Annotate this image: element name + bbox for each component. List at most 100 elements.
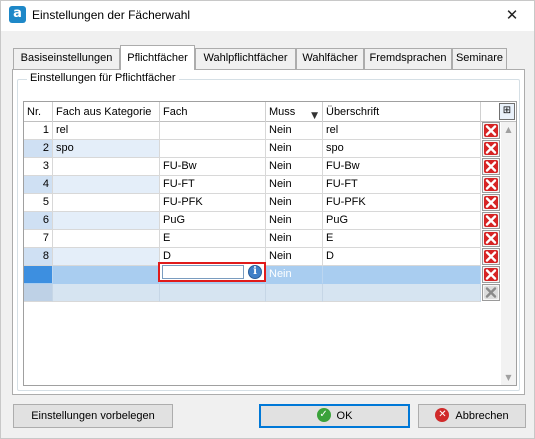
info-icon[interactable]: i: [248, 265, 262, 279]
check-icon: ✓: [316, 408, 331, 423]
cell-kategorie[interactable]: [53, 248, 160, 266]
table-row[interactable]: 5 FU-PFK Nein FU-PFK: [24, 194, 481, 212]
ok-label: OK: [336, 410, 353, 422]
cell-nr[interactable]: 1: [24, 122, 53, 140]
cell-fach[interactable]: [160, 122, 266, 140]
cell-ueberschrift[interactable]: [323, 266, 481, 284]
scroll-up-icon[interactable]: ▲: [501, 122, 516, 137]
delete-row-icon[interactable]: [482, 194, 500, 211]
cell-muss[interactable]: Nein: [266, 122, 323, 140]
cell-kategorie[interactable]: [53, 284, 160, 302]
delete-row-icon[interactable]: [482, 248, 500, 265]
scroll-down-icon[interactable]: ▼: [501, 370, 516, 385]
placeholder-row[interactable]: [24, 284, 481, 302]
cell-ueberschrift[interactable]: spo: [323, 140, 481, 158]
cell-fach[interactable]: FU-FT: [160, 176, 266, 194]
column-header-kategorie[interactable]: Fach aus Kategorie: [53, 102, 160, 122]
cell-ueberschrift[interactable]: PuG: [323, 212, 481, 230]
tab-wahlpflichtfaecher[interactable]: Wahlpflichtfächer: [195, 48, 296, 69]
delete-row-icon[interactable]: [482, 176, 500, 193]
grid-header: Nr. Fach aus Kategorie Fach Muss ▼ Übers…: [24, 102, 516, 122]
title-bar: a Einstellungen der Fächerwahl ✕: [1, 1, 534, 31]
cell-fach[interactable]: [160, 284, 266, 302]
cell-nr[interactable]: 3: [24, 158, 53, 176]
tab-wahlfaecher[interactable]: Wahlfächer: [296, 48, 364, 69]
column-header-ueberschrift[interactable]: Überschrift: [323, 102, 481, 122]
sort-down-icon[interactable]: ▼: [311, 106, 318, 122]
cell-kategorie[interactable]: [53, 266, 160, 284]
delete-row-icon[interactable]: [482, 122, 500, 139]
vertical-scrollbar[interactable]: ▲ ▼: [501, 122, 516, 385]
delete-row-icon[interactable]: [482, 230, 500, 247]
cell-kategorie[interactable]: [53, 194, 160, 212]
cell-kategorie[interactable]: spo: [53, 140, 160, 158]
delete-row-icon[interactable]: [482, 212, 500, 229]
tab-panel: Einstellungen für Pflichtfächer Nr. Fach…: [12, 69, 525, 395]
cell-ueberschrift[interactable]: FU-Bw: [323, 158, 481, 176]
cell-muss[interactable]: Nein: [266, 212, 323, 230]
column-header-fach[interactable]: Fach: [160, 102, 266, 122]
cell-nr[interactable]: [24, 284, 53, 302]
cell-fach[interactable]: PuG: [160, 212, 266, 230]
table-row[interactable]: 1 rel Nein rel: [24, 122, 481, 140]
tab-fremdsprachen[interactable]: Fremdsprachen: [364, 48, 452, 69]
cell-fach[interactable]: E: [160, 230, 266, 248]
ok-button[interactable]: ✓ OK: [259, 404, 410, 428]
window-title: Einstellungen der Fächerwahl: [32, 8, 191, 22]
fach-edit-cell-highlight: i: [158, 262, 266, 282]
cell-kategorie[interactable]: [53, 158, 160, 176]
cell-kategorie[interactable]: [53, 230, 160, 248]
delete-row-icon[interactable]: [482, 284, 500, 301]
preset-settings-button[interactable]: Einstellungen vorbelegen: [13, 404, 173, 428]
cancel-icon: ✕: [435, 408, 450, 423]
delete-row-icon[interactable]: [482, 266, 500, 283]
cell-ueberschrift[interactable]: FU-FT: [323, 176, 481, 194]
column-chooser-icon[interactable]: ⊞: [499, 103, 515, 120]
tab-basiseinstellungen[interactable]: Basiseinstellungen: [13, 48, 120, 69]
cell-nr[interactable]: [24, 266, 53, 284]
table-row[interactable]: 3 FU-Bw Nein FU-Bw: [24, 158, 481, 176]
settings-group: Einstellungen für Pflichtfächer Nr. Fach…: [17, 72, 520, 391]
cell-muss[interactable]: Nein: [266, 266, 323, 284]
cell-fach[interactable]: FU-PFK: [160, 194, 266, 212]
cell-ueberschrift[interactable]: rel: [323, 122, 481, 140]
cancel-label: Abbrechen: [455, 410, 509, 422]
cell-muss[interactable]: Nein: [266, 140, 323, 158]
cell-fach[interactable]: [160, 140, 266, 158]
cell-fach[interactable]: FU-Bw: [160, 158, 266, 176]
cell-nr[interactable]: 4: [24, 176, 53, 194]
cell-nr[interactable]: 8: [24, 248, 53, 266]
cell-kategorie[interactable]: [53, 176, 160, 194]
cell-kategorie[interactable]: rel: [53, 122, 160, 140]
cell-ueberschrift[interactable]: D: [323, 248, 481, 266]
cell-ueberschrift[interactable]: [323, 284, 481, 302]
cell-muss[interactable]: [266, 284, 323, 302]
close-button[interactable]: ✕: [492, 1, 532, 29]
cell-muss[interactable]: Nein: [266, 248, 323, 266]
subjects-grid: Nr. Fach aus Kategorie Fach Muss ▼ Übers…: [23, 101, 517, 386]
cell-muss[interactable]: Nein: [266, 158, 323, 176]
cell-nr[interactable]: 2: [24, 140, 53, 158]
cell-nr[interactable]: 5: [24, 194, 53, 212]
cell-nr[interactable]: 6: [24, 212, 53, 230]
table-row[interactable]: 6 PuG Nein PuG: [24, 212, 481, 230]
cell-muss[interactable]: Nein: [266, 176, 323, 194]
column-header-muss[interactable]: Muss ▼: [266, 102, 323, 122]
cell-muss[interactable]: Nein: [266, 194, 323, 212]
tab-seminare[interactable]: Seminare: [452, 48, 507, 69]
cancel-button[interactable]: ✕ Abbrechen: [418, 404, 526, 428]
cell-kategorie[interactable]: [53, 212, 160, 230]
cell-nr[interactable]: 7: [24, 230, 53, 248]
table-row[interactable]: 4 FU-FT Nein FU-FT: [24, 176, 481, 194]
fach-input[interactable]: [162, 265, 244, 279]
column-header-nr[interactable]: Nr.: [24, 102, 53, 122]
cell-muss[interactable]: Nein: [266, 230, 323, 248]
table-row[interactable]: 2 spo Nein spo: [24, 140, 481, 158]
dialog-window: a Einstellungen der Fächerwahl ✕ Basisei…: [0, 0, 535, 439]
delete-row-icon[interactable]: [482, 140, 500, 157]
cell-ueberschrift[interactable]: FU-PFK: [323, 194, 481, 212]
cell-ueberschrift[interactable]: E: [323, 230, 481, 248]
table-row[interactable]: 7 E Nein E: [24, 230, 481, 248]
tab-pflichtfaecher[interactable]: Pflichtfächer: [120, 45, 195, 70]
delete-row-icon[interactable]: [482, 158, 500, 175]
